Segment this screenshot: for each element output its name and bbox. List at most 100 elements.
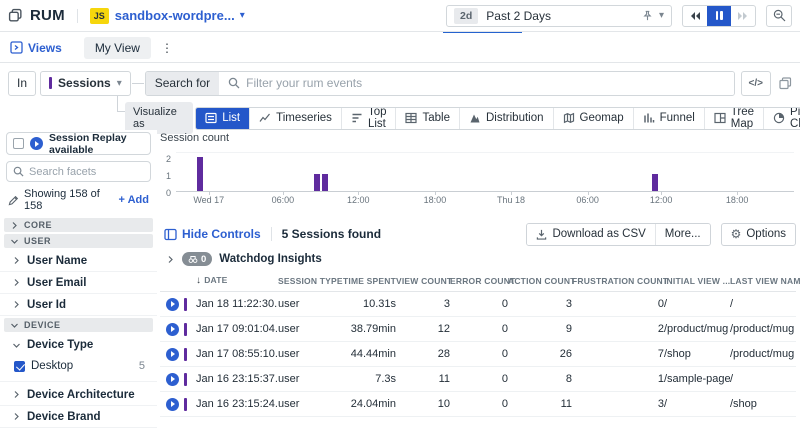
edit-facets-icon[interactable] [8, 195, 19, 206]
column-header-frustration-count[interactable]: FRUSTRATION COUNT [572, 276, 664, 286]
application-selector[interactable]: sandbox-wordpre... [115, 8, 235, 23]
facet-user-id[interactable]: User Id [0, 294, 157, 316]
facet-label: User Email [27, 277, 86, 289]
session-count-bar[interactable] [314, 174, 320, 191]
facet-device-architecture[interactable]: Device Architecture [0, 384, 157, 406]
session-replay-filter[interactable]: Session Replay available [6, 132, 151, 155]
chevron-down-icon[interactable]: ▾ [659, 10, 664, 21]
query-syntax-button[interactable]: </> [741, 71, 771, 96]
hide-controls-button[interactable]: Hide Controls [164, 227, 261, 241]
chart-title: Session count [160, 132, 796, 144]
cell-frustration-count: 7 [572, 348, 664, 360]
facet-sections: CORE USER User Name User Email User Id DEVICE… [0, 218, 157, 428]
visualize-table[interactable]: Table [395, 108, 459, 129]
search-icon [228, 77, 240, 89]
pause-live-button[interactable] [707, 6, 731, 26]
watchdog-insights-toggle[interactable]: 0 Watchdog Insights [166, 252, 322, 266]
facet-sidebar: Session Replay available Showing 158 of … [0, 130, 157, 416]
kebab-menu-icon[interactable]: ⋮ [161, 41, 173, 55]
more-button[interactable]: More... [655, 224, 710, 245]
table-row[interactable]: Jan 17 08:55:10.112user44.44min280267/sh… [160, 342, 796, 367]
cell-time-spent: 24.04min [340, 398, 396, 410]
x-axis-tick-label: 12:00 [347, 195, 370, 205]
visualize-top-list[interactable]: Top List [341, 108, 396, 129]
column-header-error-count[interactable]: ERROR COUNT [450, 276, 508, 286]
play-session-button[interactable] [166, 398, 179, 411]
cell-view-count: 28 [396, 348, 450, 360]
column-header-date[interactable]: ↓DATE [196, 275, 278, 286]
facet-section-user[interactable]: USER [4, 234, 153, 248]
column-header-action-count[interactable]: ACTION COUNT [508, 276, 572, 286]
copy-icon[interactable] [779, 77, 792, 90]
download-csv-button[interactable]: Download as CSV [527, 224, 654, 245]
facet-gap [0, 376, 157, 382]
search-icon [13, 166, 24, 177]
search-input[interactable] [246, 72, 733, 95]
facet-user-email[interactable]: User Email [0, 272, 157, 294]
column-header-time-spent[interactable]: TIME SPENT [340, 276, 396, 286]
event-scope-select[interactable]: Sessions ▾ [40, 71, 131, 96]
session-color-pipe [49, 77, 52, 89]
play-session-button[interactable] [166, 373, 179, 386]
table-row[interactable]: Jan 17 09:01:04.139user38.79min12092/pro… [160, 317, 796, 342]
visualize-distribution[interactable]: Distribution [459, 108, 553, 129]
cell-initial-view: / [664, 298, 730, 310]
visualize-timeseries[interactable]: Timeseries [249, 108, 341, 129]
pin-icon[interactable] [642, 10, 653, 21]
visualize-option-label: Funnel [660, 112, 695, 124]
facet-user-name[interactable]: User Name [0, 250, 157, 272]
tab-my-view[interactable]: My View [84, 37, 151, 59]
facet-section-core[interactable]: CORE [4, 218, 153, 232]
table-row[interactable]: Jan 18 11:22:30.179user10.31s3030// [160, 292, 796, 317]
facet-label: Device Architecture [27, 389, 135, 401]
chevron-right-icon [12, 412, 21, 421]
facet-device-type[interactable]: Device Type [0, 334, 157, 356]
facet-search-input[interactable] [29, 166, 144, 178]
divider [77, 9, 78, 23]
column-header-last-view-name[interactable]: LAST VIEW NAME [730, 276, 800, 286]
facet-label: User Id [27, 299, 66, 311]
table-row[interactable]: Jan 16 23:15:37.163user7.3s11081/sample-… [160, 367, 796, 392]
column-header-initial-view[interactable]: INITIAL VIEW ... [664, 276, 730, 286]
visualize-tree-map[interactable]: Tree Map [704, 108, 763, 129]
facet-section-device[interactable]: DEVICE [4, 318, 153, 332]
query-bar: In Sessions ▾ Search for </> [8, 70, 792, 96]
play-session-button[interactable] [166, 298, 179, 311]
visualize-geomap[interactable]: Geomap [553, 108, 633, 129]
play-session-button[interactable] [166, 323, 179, 336]
rum-explorer-window: RUM JS sandbox-wordpre... ▾ 2d Past 2 Da… [0, 0, 800, 416]
column-header-session-type[interactable]: SESSION TYPE [278, 276, 340, 286]
visualize-pie-chart[interactable]: Pie Chart [763, 108, 800, 129]
views-menu-button[interactable]: Views [10, 41, 62, 55]
time-backward-button[interactable] [683, 6, 707, 26]
row-controls [166, 373, 196, 386]
session-count-bar[interactable] [322, 174, 328, 191]
time-forward-button[interactable] [731, 6, 755, 26]
cell-error-count: 0 [450, 323, 508, 335]
facet-count-label: Showing 158 of 158 [24, 188, 114, 212]
zoom-out-button[interactable] [766, 5, 792, 27]
cell-initial-view: /shop [664, 348, 730, 360]
facet-section-label: DEVICE [24, 320, 61, 330]
visualize-funnel[interactable]: Funnel [633, 108, 704, 129]
table-row[interactable]: Jan 16 23:15:24.050user24.04min100113//s… [160, 392, 796, 417]
column-header-view-count[interactable]: VIEW COUNT [396, 276, 450, 286]
facet-value-label: Desktop [31, 360, 133, 372]
chevron-down-icon [12, 341, 21, 350]
app-grip-icon[interactable] [8, 8, 23, 23]
visualize-list[interactable]: List [196, 108, 249, 129]
cell-frustration-count: 0 [572, 298, 664, 310]
watchdog-label: Watchdog Insights [219, 253, 321, 265]
facet-value-desktop[interactable]: Desktop5 [0, 356, 157, 376]
cell-last-view: /shop [730, 398, 796, 410]
session-count-bar[interactable] [652, 174, 658, 191]
add-facet-button[interactable]: + Add [119, 194, 149, 206]
time-range-picker[interactable]: 2d Past 2 Days ▾ [446, 5, 672, 27]
session-count-bar[interactable] [197, 157, 203, 191]
chart-plot-area[interactable]: 210 [176, 152, 794, 192]
facet-value-checkbox[interactable] [14, 361, 25, 372]
facet-device-brand[interactable]: Device Brand [0, 406, 157, 428]
options-button[interactable]: ⚙ Options [721, 223, 796, 246]
session-replay-checkbox[interactable] [13, 138, 24, 149]
play-session-button[interactable] [166, 348, 179, 361]
